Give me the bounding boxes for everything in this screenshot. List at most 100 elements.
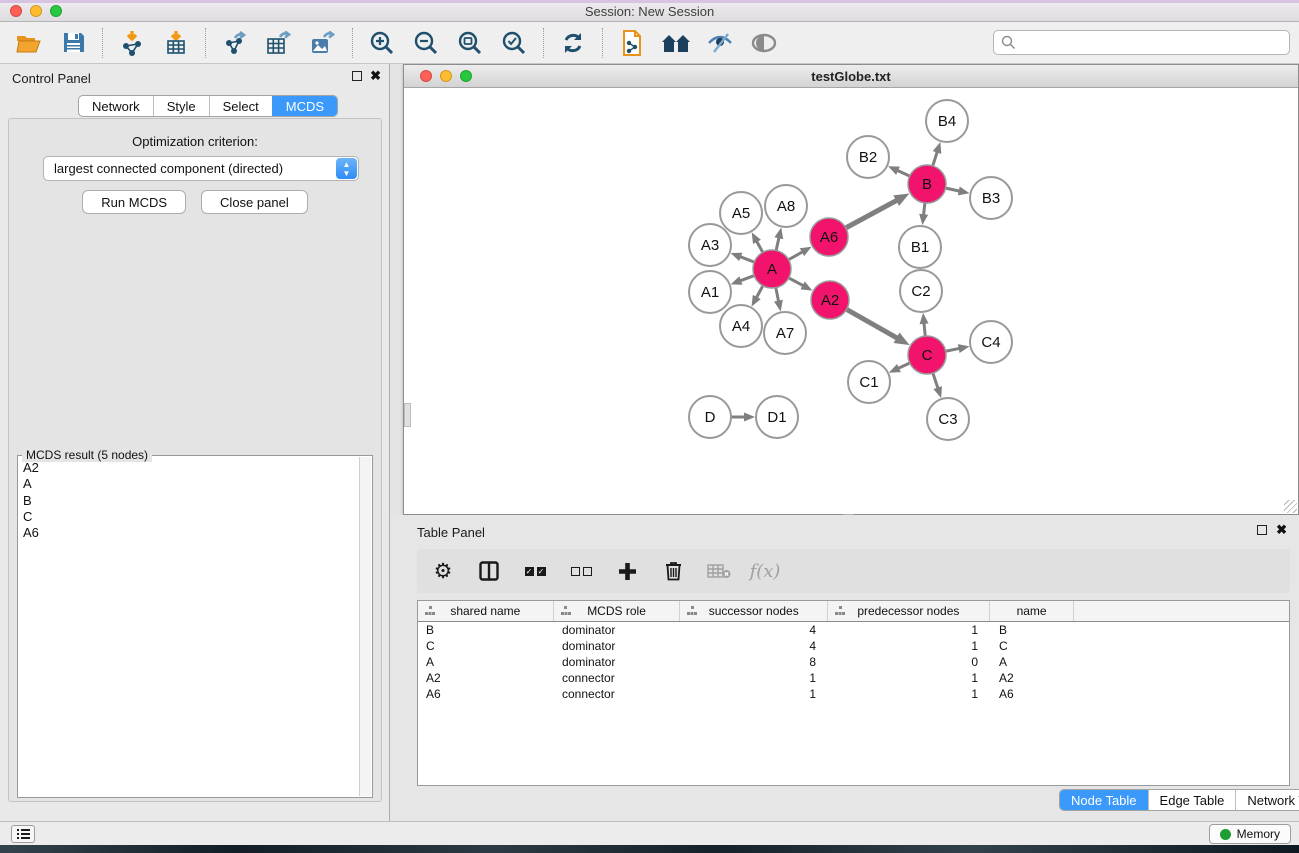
home-icon[interactable]: [661, 28, 691, 58]
search-box[interactable]: [993, 30, 1290, 55]
node-label-C: C: [922, 347, 933, 364]
node-label-B4: B4: [938, 113, 956, 130]
show-panels-button[interactable]: [11, 825, 35, 843]
settings-gear-icon[interactable]: ⚙: [431, 559, 455, 583]
column-header-predecessor-nodes[interactable]: predecessor nodes: [828, 601, 990, 621]
table-cell: dominator: [554, 654, 681, 670]
table-cell: B: [418, 622, 554, 638]
export-table-icon[interactable]: [264, 28, 294, 58]
zoom-in-icon[interactable]: [367, 28, 397, 58]
arrowhead-icon: [958, 187, 970, 196]
node-table-header: shared nameMCDS rolesuccessor nodesprede…: [418, 601, 1289, 622]
column-view-icon[interactable]: [477, 559, 501, 583]
export-image-icon[interactable]: [308, 28, 338, 58]
save-session-icon[interactable]: [58, 28, 88, 58]
memory-label: Memory: [1237, 827, 1280, 841]
table-cell: A: [991, 654, 1076, 670]
table-cell: C: [991, 638, 1076, 654]
close-table-panel-icon[interactable]: ✖: [1276, 525, 1287, 535]
mcds-result-item[interactable]: C: [19, 509, 358, 525]
memory-button[interactable]: Memory: [1209, 824, 1291, 844]
table-cell: connector: [554, 670, 681, 686]
hierarchy-icon: [835, 606, 845, 615]
node-label-C3: C3: [938, 411, 957, 428]
tab-style[interactable]: Style: [153, 96, 209, 116]
close-panel-button[interactable]: Close panel: [201, 190, 308, 214]
tab-network-table[interactable]: Network Table: [1235, 790, 1299, 810]
column-header-shared-name[interactable]: shared name: [418, 601, 554, 621]
float-panel-icon[interactable]: [352, 71, 362, 81]
column-header-MCDS-role[interactable]: MCDS role: [554, 601, 681, 621]
hide-selected-icon[interactable]: [705, 28, 735, 58]
column-header-name[interactable]: name: [990, 601, 1075, 621]
table-panel: Table Panel ✖ ⚙ ✓✓ f(x) shared nameMCDS: [390, 515, 1299, 821]
network-graph[interactable]: B4B2BB3A8A5A6A3B1AC2A1A2A4A7C4CC1C3DD1: [404, 88, 1298, 514]
arrowhead-icon: [933, 142, 942, 154]
open-session-icon[interactable]: [14, 28, 44, 58]
table-row[interactable]: Adominator80A: [418, 654, 1289, 670]
node-label-A: A: [767, 261, 777, 278]
hierarchy-icon: [687, 606, 697, 615]
open-recent-session-icon[interactable]: [617, 28, 647, 58]
table-cell: A6: [418, 686, 554, 702]
tab-edge-table[interactable]: Edge Table: [1148, 790, 1236, 810]
zoom-selected-icon[interactable]: [499, 28, 529, 58]
delete-table-icon[interactable]: [707, 559, 731, 583]
tab-mcds[interactable]: MCDS: [272, 96, 337, 116]
table-cell: 0: [829, 654, 991, 670]
result-scrollbar[interactable]: [359, 457, 371, 796]
show-hidden-icon[interactable]: [749, 28, 779, 58]
resize-grip-icon[interactable]: [1284, 500, 1297, 513]
refresh-icon[interactable]: [558, 28, 588, 58]
zoom-out-icon[interactable]: [411, 28, 441, 58]
table-row[interactable]: A2connector11A2: [418, 670, 1289, 686]
application-window: Session: New Session: [0, 0, 1299, 853]
select-all-checkboxes-icon[interactable]: ✓✓: [523, 559, 547, 583]
canvas-scrollbar-left[interactable]: [404, 403, 411, 427]
column-header-successor-nodes[interactable]: successor nodes: [680, 601, 828, 621]
table-cell: 1: [829, 622, 991, 638]
hierarchy-icon: [561, 606, 571, 615]
table-cell: 4: [681, 622, 829, 638]
node-label-B: B: [922, 176, 932, 193]
node-table: shared nameMCDS rolesuccessor nodesprede…: [417, 600, 1290, 786]
table-row[interactable]: Cdominator41C: [418, 638, 1289, 654]
mcds-result-item[interactable]: B: [19, 493, 358, 509]
control-panel-tabs: NetworkStyleSelectMCDS: [78, 95, 338, 117]
control-panel: Control Panel ✖ NetworkStyleSelectMCDS O…: [0, 64, 390, 821]
function-builder-icon[interactable]: f(x): [753, 559, 777, 583]
table-toolbar: ⚙ ✓✓ f(x): [417, 549, 1290, 593]
node-label-C2: C2: [911, 283, 930, 300]
close-panel-icon[interactable]: ✖: [370, 71, 381, 81]
tab-node-table[interactable]: Node Table: [1060, 790, 1148, 810]
status-bar: Memory: [0, 821, 1299, 845]
mcds-result-item[interactable]: A6: [19, 525, 358, 541]
criterion-select[interactable]: largest connected component (directed) ▲…: [43, 156, 359, 181]
delete-column-icon[interactable]: [661, 559, 685, 583]
mcds-result-item[interactable]: A2: [19, 460, 358, 476]
export-network-icon[interactable]: [220, 28, 250, 58]
node-label-C4: C4: [981, 334, 1000, 351]
float-table-panel-icon[interactable]: [1257, 525, 1267, 535]
table-cell: 1: [829, 638, 991, 654]
network-canvas[interactable]: B4B2BB3A8A5A6A3B1AC2A1A2A4A7C4CC1C3DD1: [404, 88, 1298, 514]
add-column-icon[interactable]: [615, 559, 639, 583]
node-label-A1: A1: [701, 284, 719, 301]
node-label-A2: A2: [821, 292, 839, 309]
network-window-titlebar[interactable]: testGlobe.txt: [404, 65, 1298, 88]
run-mcds-button[interactable]: Run MCDS: [82, 190, 186, 214]
import-table-icon[interactable]: [161, 28, 191, 58]
zoom-fit-icon[interactable]: [455, 28, 485, 58]
desktop-background: [0, 845, 1299, 853]
control-panel-title: Control Panel: [12, 71, 91, 86]
tab-select[interactable]: Select: [209, 96, 272, 116]
import-network-icon[interactable]: [117, 28, 147, 58]
deselect-all-checkboxes-icon[interactable]: [569, 559, 593, 583]
search-input[interactable]: [1016, 31, 1289, 54]
tab-network[interactable]: Network: [79, 96, 153, 116]
node-label-B1: B1: [911, 239, 929, 256]
mcds-result-item[interactable]: A: [19, 476, 358, 492]
table-row[interactable]: Bdominator41B: [418, 622, 1289, 638]
arrowhead-icon: [731, 276, 743, 284]
table-row[interactable]: A6connector11A6: [418, 686, 1289, 702]
